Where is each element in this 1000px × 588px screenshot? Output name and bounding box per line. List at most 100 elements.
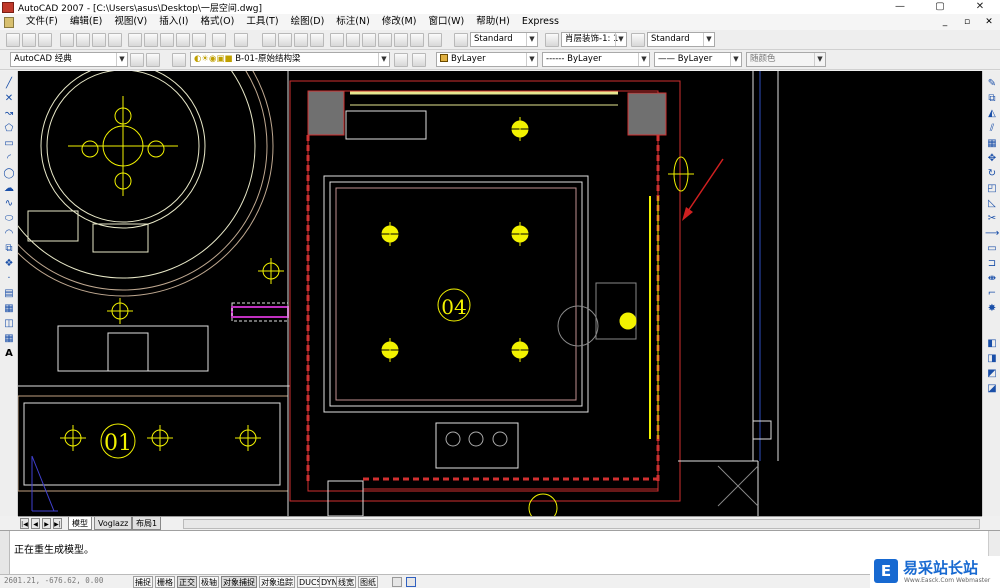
bring-above-icon[interactable]: ◪	[985, 382, 999, 395]
rotate-icon[interactable]: ↻	[985, 167, 999, 180]
multiline-text-icon[interactable]: A	[2, 347, 16, 360]
text-style-icon[interactable]	[454, 33, 468, 47]
last-tab-button[interactable]: ▶|	[53, 518, 62, 529]
toolbar-lock-icon[interactable]	[406, 577, 416, 587]
hatch-icon[interactable]: ▤	[2, 287, 16, 300]
stretch-icon[interactable]: ◺	[985, 197, 999, 210]
maximize-button[interactable]: ▢	[920, 0, 960, 14]
horizontal-scrollbar[interactable]	[183, 519, 980, 529]
doc-minimize-button[interactable]: _	[934, 14, 956, 30]
menu-express[interactable]: Express	[516, 14, 565, 30]
menu-view[interactable]: 视图(V)	[108, 14, 153, 30]
join-icon[interactable]: ⊐	[985, 257, 999, 270]
copy-icon[interactable]	[144, 33, 158, 47]
block-editor-icon[interactable]	[192, 33, 206, 47]
menu-file[interactable]: 文件(F)	[20, 14, 64, 30]
ortho-toggle[interactable]: 正交	[177, 576, 197, 588]
paste-icon[interactable]	[160, 33, 174, 47]
command-window-grip[interactable]	[0, 531, 10, 575]
lineweight-select[interactable]: —— ByLayer ▼	[654, 52, 742, 67]
undo-icon[interactable]	[212, 33, 226, 47]
tab-layout1[interactable]: 布局1	[132, 517, 162, 530]
redo-icon[interactable]	[234, 33, 248, 47]
line-icon[interactable]: ╱	[2, 77, 16, 90]
construction-line-icon[interactable]: ✕	[2, 92, 16, 105]
next-tab-button[interactable]: ▶	[42, 518, 51, 529]
tab-model[interactable]: 模型	[68, 517, 92, 530]
menu-window[interactable]: 窗口(W)	[422, 14, 470, 30]
array-icon[interactable]: ▦	[985, 137, 999, 150]
dim-style-select[interactable]: 肖层装饰-1: 1 ▼	[561, 32, 627, 47]
insert-block-icon[interactable]: ⧉	[2, 242, 16, 255]
linetype-select[interactable]: ------ ByLayer ▼	[542, 52, 650, 67]
grid-toggle[interactable]: 栅格	[155, 576, 175, 588]
revision-cloud-icon[interactable]: ☁	[2, 182, 16, 195]
layer-manager-icon[interactable]	[172, 53, 186, 67]
dim-style-icon[interactable]	[545, 33, 559, 47]
text-style-select[interactable]: Standard ▼	[470, 32, 538, 47]
trim-icon[interactable]: ✂	[985, 212, 999, 225]
calculator-icon[interactable]	[410, 33, 424, 47]
zoom-window-icon[interactable]	[294, 33, 308, 47]
new-file-icon[interactable]	[6, 33, 20, 47]
workspace-select[interactable]: AutoCAD 经典 ▼	[10, 52, 128, 67]
table-style-select[interactable]: Standard ▼	[647, 32, 715, 47]
print-icon[interactable]	[60, 33, 74, 47]
menu-format[interactable]: 格式(O)	[194, 14, 240, 30]
table-style-icon[interactable]	[631, 33, 645, 47]
workspace-save-icon[interactable]	[146, 53, 160, 67]
region-icon[interactable]: ◫	[2, 317, 16, 330]
workspace-settings-icon[interactable]	[130, 53, 144, 67]
copy-object-icon[interactable]: ⧉	[985, 92, 999, 105]
prev-tab-button[interactable]: ◀	[31, 518, 40, 529]
table-icon[interactable]: ▦	[2, 332, 16, 345]
send-back-icon[interactable]: ◩	[985, 367, 999, 380]
doc-restore-button[interactable]: ▫	[956, 14, 978, 30]
color-select[interactable]: ByLayer ▼	[436, 52, 538, 67]
gradient-icon[interactable]: ▦	[2, 302, 16, 315]
chamfer-icon[interactable]: ⇼	[985, 272, 999, 285]
menu-draw[interactable]: 绘图(D)	[285, 14, 331, 30]
break-icon[interactable]: ▭	[985, 242, 999, 255]
make-current-layer-icon[interactable]	[394, 53, 408, 67]
ellipse-icon[interactable]: ⬭	[2, 212, 16, 225]
menu-insert[interactable]: 插入(I)	[153, 14, 194, 30]
command-window[interactable]: 正在重生成模型。	[0, 530, 1000, 575]
explode-icon[interactable]: ✸	[985, 302, 999, 315]
offset-icon[interactable]: ⫽	[985, 122, 999, 135]
point-icon[interactable]: ·	[2, 272, 16, 285]
communication-center-icon[interactable]	[392, 577, 402, 587]
osnap-toggle[interactable]: 对象捕捉	[221, 576, 257, 588]
cut-icon[interactable]	[128, 33, 142, 47]
print-preview-icon[interactable]	[76, 33, 90, 47]
make-block-icon[interactable]: ❖	[2, 257, 16, 270]
sheet-set-icon[interactable]	[378, 33, 392, 47]
first-tab-button[interactable]: |◀	[20, 518, 29, 529]
zoom-realtime-icon[interactable]	[278, 33, 292, 47]
plot-3d-icon[interactable]	[108, 33, 122, 47]
tool-palettes-icon[interactable]	[362, 33, 376, 47]
markup-icon[interactable]	[394, 33, 408, 47]
help-icon[interactable]	[428, 33, 442, 47]
open-file-icon[interactable]	[22, 33, 36, 47]
document-icon[interactable]	[4, 16, 14, 28]
mirror-icon[interactable]: ◭	[985, 107, 999, 120]
close-button[interactable]: ✕	[960, 0, 1000, 14]
fillet-icon[interactable]: ⌐	[985, 287, 999, 300]
snap-toggle[interactable]: 捕捉	[133, 576, 153, 588]
lineweight-toggle[interactable]: 线宽	[336, 576, 356, 588]
polar-toggle[interactable]: 极轴	[199, 576, 219, 588]
arc-icon[interactable]: ◜	[2, 152, 16, 165]
menu-tools[interactable]: 工具(T)	[240, 14, 284, 30]
paper-model-toggle[interactable]: 图纸	[358, 576, 378, 588]
layer-previous-icon[interactable]	[412, 53, 426, 67]
polygon-icon[interactable]: ⬠	[2, 122, 16, 135]
minimize-button[interactable]: —	[880, 0, 920, 14]
draw-order-icon[interactable]: ◧	[985, 337, 999, 350]
design-center-icon[interactable]	[346, 33, 360, 47]
drawing-canvas[interactable]: 01 04	[18, 71, 982, 516]
circle-icon[interactable]: ◯	[2, 167, 16, 180]
scale-icon[interactable]: ◰	[985, 182, 999, 195]
polyline-icon[interactable]: ↝	[2, 107, 16, 120]
menu-help[interactable]: 帮助(H)	[470, 14, 516, 30]
